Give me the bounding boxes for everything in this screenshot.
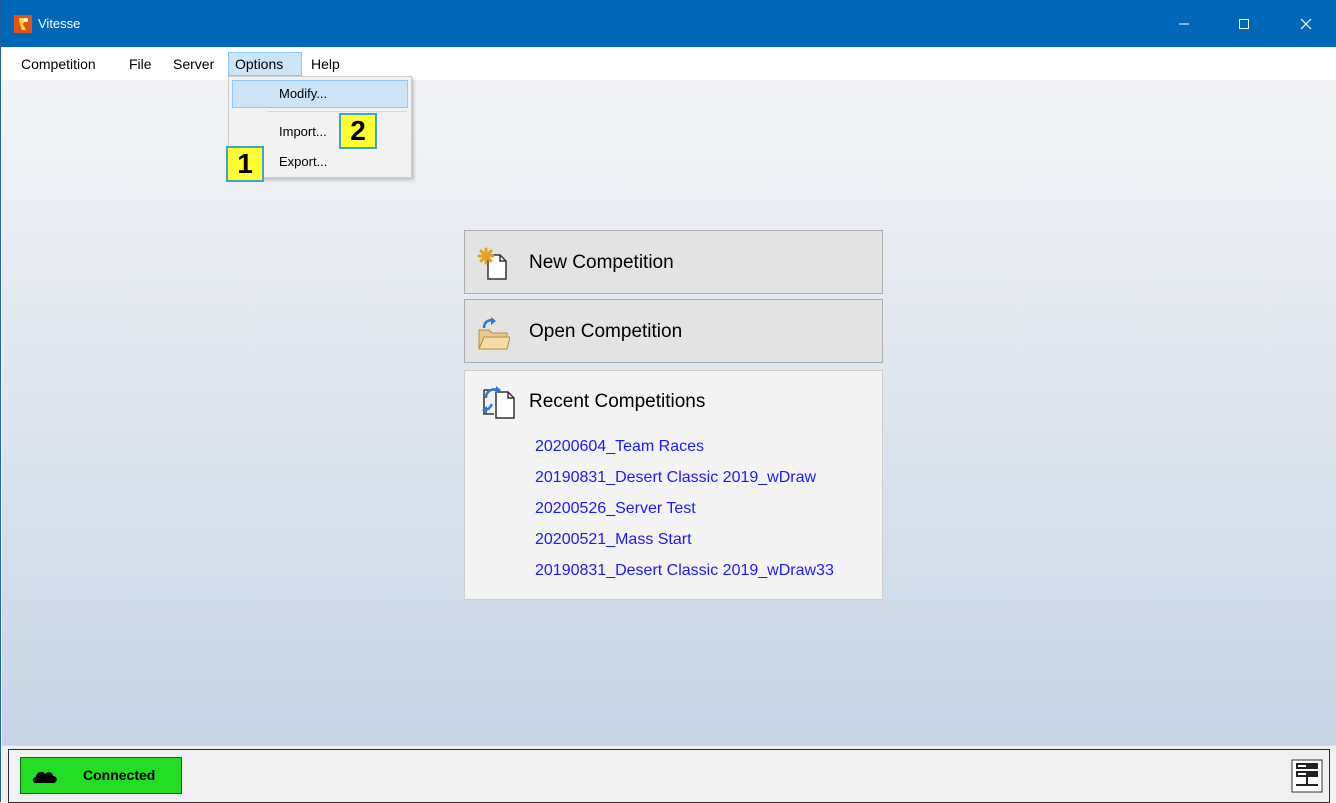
- status-frame: [8, 749, 1330, 803]
- menu-item-export[interactable]: Export...: [279, 152, 327, 172]
- title-bar[interactable]: Vitesse: [1, 0, 1336, 47]
- menu-competition[interactable]: Competition: [16, 52, 101, 76]
- recent-item[interactable]: 20190831_Desert Classic 2019_wDraw33: [535, 561, 834, 592]
- status-bar: [2, 745, 1336, 803]
- menu-item-import[interactable]: Import...: [279, 122, 327, 142]
- minimize-icon: [1179, 23, 1189, 24]
- new-document-icon: [477, 247, 507, 280]
- window-title: Vitesse: [38, 16, 81, 31]
- open-competition-label: Open Competition: [529, 321, 683, 342]
- app-logo-icon: [14, 15, 32, 33]
- recent-list: 20200604_Team Races 20190831_Desert Clas…: [535, 437, 834, 592]
- connection-status-label: Connected: [83, 767, 156, 783]
- menu-server[interactable]: Server: [168, 52, 219, 76]
- open-competition-button[interactable]: Open Competition: [464, 299, 883, 363]
- maximize-button[interactable]: [1221, 0, 1267, 47]
- menu-separator: [267, 111, 407, 112]
- recent-item[interactable]: 20200521_Mass Start: [535, 530, 834, 561]
- recent-documents-icon: [482, 386, 515, 419]
- recent-competitions-title: Recent Competitions: [529, 391, 706, 412]
- menu-file[interactable]: File: [124, 52, 157, 76]
- menu-options[interactable]: Options: [228, 52, 302, 76]
- minimize-button[interactable]: [1161, 0, 1207, 47]
- callout-number-1: 1: [226, 146, 264, 182]
- server-icon[interactable]: [1291, 759, 1323, 793]
- menu-item-modify[interactable]: Modify...: [279, 84, 327, 104]
- new-competition-button[interactable]: New Competition: [464, 230, 883, 294]
- recent-item[interactable]: 20200526_Server Test: [535, 499, 834, 530]
- menu-help[interactable]: Help: [306, 52, 345, 76]
- callout-number-2: 2: [339, 113, 377, 149]
- recent-item[interactable]: 20190831_Desert Classic 2019_wDraw: [535, 468, 834, 499]
- app-window: Vitesse Competition File Server Options …: [0, 0, 1336, 803]
- close-icon: [1300, 18, 1312, 29]
- connection-status-badge[interactable]: Connected: [20, 757, 182, 794]
- close-button[interactable]: [1283, 0, 1329, 47]
- maximize-icon: [1239, 18, 1249, 29]
- menu-bar: Competition File Server Options Help: [1, 47, 1336, 80]
- open-folder-icon: [478, 317, 510, 350]
- cloud-icon: [33, 771, 57, 783]
- recent-competitions-panel: Recent Competitions 20200604_Team Races …: [464, 370, 883, 600]
- recent-item[interactable]: 20200604_Team Races: [535, 437, 834, 468]
- new-competition-label: New Competition: [529, 252, 674, 273]
